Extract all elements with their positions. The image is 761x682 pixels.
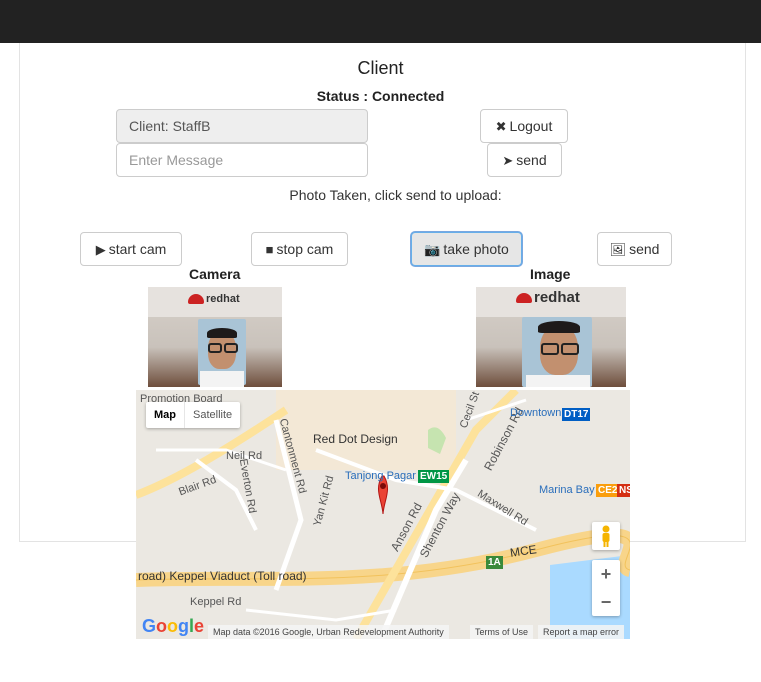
badge-1a: 1A [486, 556, 503, 569]
google-logo[interactable]: Google [142, 616, 204, 637]
redhat-logo: redhat [516, 289, 580, 306]
camera-icon: 📷 [424, 242, 441, 257]
redhat-logo-text: redhat [206, 293, 240, 305]
zoom-out-button[interactable]: − [592, 588, 620, 616]
connection-status: Status : Connected [0, 88, 761, 104]
start-cam-button[interactable]: ▶ start cam [80, 232, 182, 266]
map-label-tanjong-pagar: Tanjong Pagar [345, 470, 416, 482]
top-navbar [0, 0, 761, 43]
pegman-icon[interactable] [592, 522, 620, 550]
terms-of-use-link[interactable]: Terms of Use [470, 625, 534, 639]
status-value: Connected [371, 88, 445, 104]
badge-ce2: CE2 [596, 484, 620, 497]
map-label-keppel-rd: Keppel Rd [190, 596, 242, 608]
map-type-satellite[interactable]: Satellite [184, 402, 240, 428]
map-label-red-dot: Red Dot Design [313, 432, 398, 446]
stop-cam-button[interactable]: ■ stop cam [251, 232, 348, 266]
redhat-logo: redhat [188, 293, 240, 305]
status-label: Status : [316, 88, 372, 104]
map-label-downtown: Downtown [510, 407, 562, 419]
client-name-field: Client: StaffB [116, 109, 368, 143]
page-title: Client [357, 58, 404, 78]
report-map-error-link[interactable]: Report a map error [538, 625, 625, 639]
send-message-button[interactable]: ➤ send [487, 143, 562, 177]
map-type-map[interactable]: Map [146, 402, 184, 428]
take-photo-button[interactable]: 📷 take photo [411, 232, 522, 266]
camera-feed: redhat [148, 287, 282, 387]
badge-ns: NS [617, 484, 630, 497]
start-cam-label: start cam [108, 241, 167, 257]
take-photo-label: take photo [443, 241, 509, 257]
badge-ew15: EW15 [418, 470, 450, 483]
upload-hint: Photo Taken, click send to upload: [289, 187, 502, 203]
play-icon: ▶ [95, 242, 106, 257]
paper-plane-icon: ➤ [502, 153, 514, 168]
send-image-button[interactable]: 🖼 send [597, 232, 672, 266]
logout-button[interactable]: ✖ Logout [480, 109, 568, 143]
stop-icon: ■ [265, 242, 274, 257]
picture-icon: 🖼 [609, 242, 627, 257]
logout-label: Logout [509, 118, 553, 134]
map-data-attribution: Map data ©2016 Google, Urban Redevelopme… [208, 625, 449, 639]
image-label: Image [530, 266, 571, 282]
map-label-marina-bay: Marina Bay [539, 484, 595, 496]
zoom-control: + − [592, 560, 620, 616]
google-map[interactable]: Map Satellite Promotion Board Red Dot De… [136, 390, 630, 639]
stop-cam-label: stop cam [276, 241, 334, 257]
close-icon: ✖ [495, 119, 507, 134]
map-label-promotion-board: Promotion Board [140, 393, 223, 405]
camera-label: Camera [189, 266, 241, 282]
zoom-in-button[interactable]: + [592, 560, 620, 588]
map-label-keppel-viaduct: road) Keppel Viaduct (Toll road) [138, 569, 307, 583]
badge-dt17: DT17 [562, 408, 591, 421]
captured-image: redhat [476, 287, 626, 387]
send-message-label: send [516, 152, 547, 168]
map-type-control: Map Satellite [146, 402, 241, 428]
send-image-label: send [629, 241, 660, 257]
message-input[interactable] [116, 143, 368, 177]
redhat-logo-text: redhat [534, 289, 580, 306]
